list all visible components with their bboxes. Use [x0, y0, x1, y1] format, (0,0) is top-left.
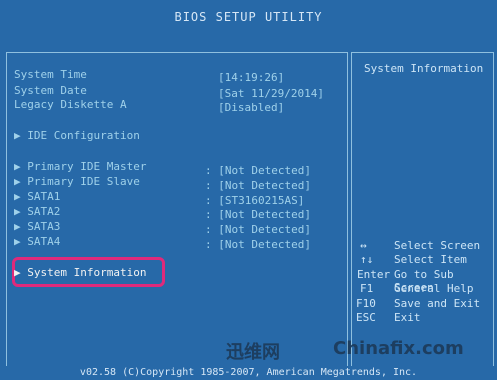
- system-date-value[interactable]: [Sat 11/29/2014]: [218, 87, 324, 100]
- legacy-diskette-value[interactable]: [Disabled]: [218, 101, 284, 114]
- system-time-value[interactable]: [14:19:26]: [218, 71, 284, 84]
- bios-screen: BIOS SETUP UTILITY System Time [14:19:26…: [0, 0, 497, 380]
- system-time-label: System Time: [14, 68, 87, 81]
- legacy-diskette-label: Legacy Diskette A: [14, 98, 127, 111]
- device-sata1-value: : [ST3160215AS]: [205, 194, 305, 207]
- hint-key-3: Enter: [357, 268, 391, 281]
- device-sata4-label[interactable]: ▶ SATA4: [14, 235, 60, 248]
- device-primary-ide-slave-value: : [Not Detected]: [205, 179, 311, 192]
- hint-text-2: Select Item: [394, 253, 467, 266]
- device-sata1-label[interactable]: ▶ SATA1: [14, 190, 60, 203]
- hint-key-6: ESC: [356, 311, 376, 324]
- device-sata4-value: : [Not Detected]: [205, 238, 311, 251]
- hint-text-4: General Help: [394, 282, 474, 295]
- system-information-item[interactable]: ▶ System Information: [14, 266, 146, 279]
- hint-key-4: F1: [360, 282, 374, 295]
- device-primary-ide-master-label[interactable]: ▶ Primary IDE Master: [14, 160, 146, 173]
- system-date-label: System Date: [14, 84, 87, 97]
- help-title: System Information: [364, 62, 484, 75]
- watermark-right: Chinafix.com: [333, 338, 464, 359]
- device-sata3-value: : [Not Detected]: [205, 223, 311, 236]
- device-primary-ide-master-value: : [Not Detected]: [205, 164, 311, 177]
- hint-text-6: Exit: [394, 311, 421, 324]
- device-primary-ide-slave-label[interactable]: ▶ Primary IDE Slave: [14, 175, 140, 188]
- footer-copyright: v02.58 (C)Copyright 1985-2007, American …: [0, 366, 497, 380]
- ide-configuration-item[interactable]: ▶ IDE Configuration: [14, 129, 140, 142]
- device-sata3-label[interactable]: ▶ SATA3: [14, 220, 60, 233]
- hint-text-5: Save and Exit: [394, 297, 481, 310]
- hint-key-1: ↔: [360, 239, 367, 252]
- title-bar: BIOS SETUP UTILITY: [0, 0, 497, 30]
- device-sata2-label[interactable]: ▶ SATA2: [14, 205, 60, 218]
- device-sata2-value: : [Not Detected]: [205, 208, 311, 221]
- hint-text-1: Select Screen: [394, 239, 481, 252]
- watermark-left: 迅维网: [226, 342, 280, 363]
- hint-key-2: ↑↓: [360, 253, 374, 266]
- hint-key-5: F10: [356, 297, 376, 310]
